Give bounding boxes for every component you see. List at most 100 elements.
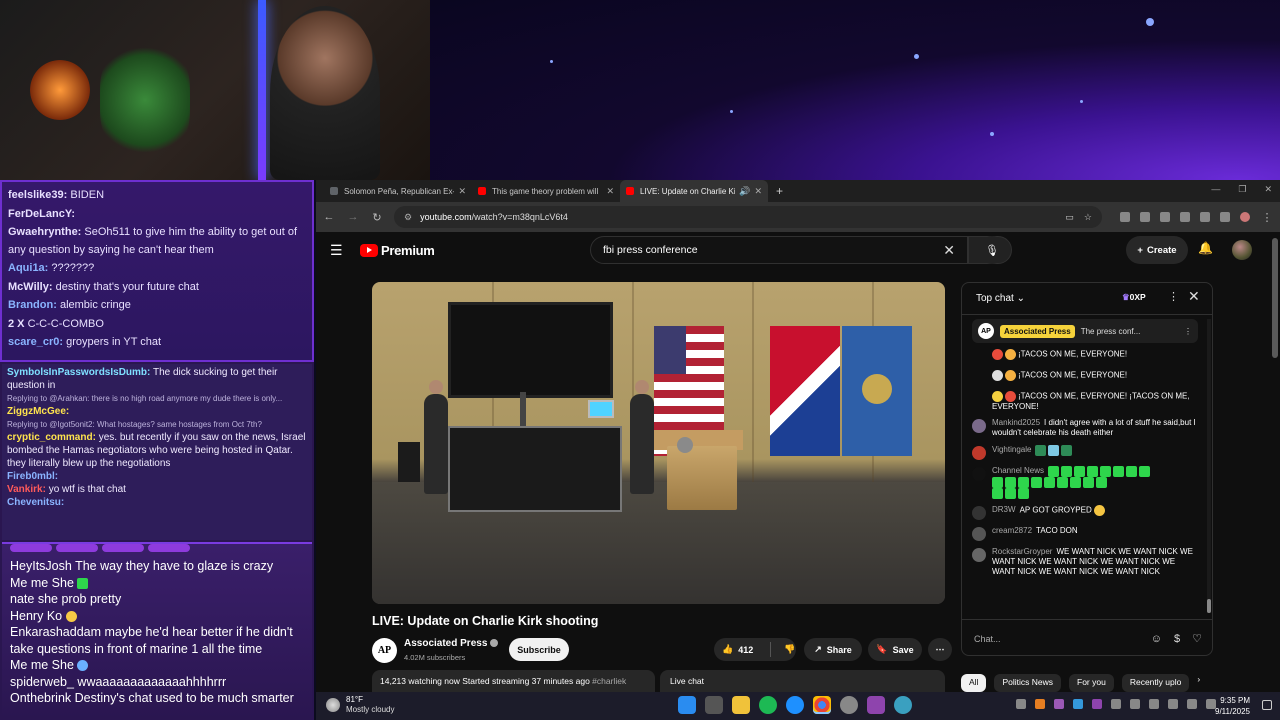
cast-icon[interactable]: ▭ [1065,212,1074,223]
extensions-puzzle-icon[interactable] [1180,212,1190,222]
clear-search-icon[interactable]: ✕ [943,242,955,259]
chat-line: Brandon: alembic cringe [8,299,131,311]
extension-icon[interactable] [1120,212,1130,222]
chip-politics-news[interactable]: Politics News [994,674,1061,692]
chevron-right-icon[interactable]: › [1197,674,1200,692]
pinned-message[interactable]: AP Associated Press The press conf... ⋮ [972,319,1198,343]
extension-icon[interactable] [1160,212,1170,222]
profile-avatar[interactable] [1240,212,1250,222]
live-chat-collapsed[interactable]: Live chat [660,670,945,692]
url-field[interactable]: ⚙ youtube.com/watch?v=m38qnLcV6t4 ▭ ☆ [394,206,1102,228]
edge-icon[interactable] [786,696,804,714]
chevron-up-icon[interactable] [1016,699,1026,709]
more-actions-icon[interactable]: ⋯ [928,638,952,661]
speaker-icon[interactable]: 🔊 [739,186,750,197]
chrome-icon[interactable] [813,696,831,714]
app-icon[interactable] [894,696,912,714]
browser-tab[interactable]: This game theory problem will ✕ [472,180,620,202]
tray-icon[interactable] [1149,699,1159,709]
account-avatar[interactable] [1232,240,1252,260]
close-chat-icon[interactable]: ✕ [1188,288,1200,305]
browser-tab[interactable]: Solomon Peña, Republican Ex-C ✕ [324,180,472,202]
chat-options-icon[interactable]: ⋮ [1168,290,1179,303]
chip-for-you[interactable]: For you [1069,674,1114,692]
share-button[interactable]: ↗ Share [804,638,862,661]
back-icon[interactable]: ← [322,211,336,223]
chip-recently-uploaded[interactable]: Recently uplo [1121,674,1190,692]
thumbs-down-icon[interactable]: 👎 [784,644,795,655]
chip-all[interactable]: All [961,674,987,692]
new-tab-button[interactable]: + [776,184,783,198]
chat-input[interactable]: Chat... [974,634,1139,644]
like-button[interactable]: 👍 412 👎 [714,638,796,661]
tab-title: This game theory problem will [492,186,599,196]
tab-close-icon[interactable]: ✕ [458,186,466,197]
windows-start-icon[interactable] [678,696,696,714]
description-box[interactable]: 14,213 watching now Started streaming 37… [372,670,655,692]
tray-icon[interactable] [1054,699,1064,709]
reading-list-icon[interactable] [1220,212,1230,222]
save-button[interactable]: 🔖 Save [868,638,922,661]
xp-badge[interactable]: ♛0XP [1122,292,1146,303]
emote [1048,465,1060,477]
scroll-thumb[interactable] [1207,599,1211,613]
tray-icon[interactable] [1035,699,1045,709]
live-chat-panel: Top chat ⌄ ♛0XP ⋮ ✕ AP Associated Press … [961,282,1213,656]
heart-icon[interactable]: ♡ [1192,632,1202,645]
notification-icon[interactable] [1262,700,1272,710]
super-chat-icon[interactable]: $ [1174,633,1180,645]
clock[interactable]: 9:35 PM 9/11/2025 [1215,695,1250,717]
scroll-thumb[interactable] [1272,238,1278,358]
chat-line: SymbolsInPasswordsIsDumb: The dick sucki… [7,367,278,391]
app-icon[interactable] [867,696,885,714]
tab-close-icon[interactable]: ✕ [754,186,762,197]
message-text: ¡TACOS ON ME, EVERYONE! [1018,349,1128,359]
bookmark-star-icon[interactable]: ☆ [1084,212,1092,223]
maximize-icon[interactable]: ❐ [1238,184,1246,195]
menu-icon[interactable]: ☰ [330,242,350,259]
youtube-logo[interactable]: Premium [360,243,435,258]
tray-icon[interactable] [1130,699,1140,709]
sidebar-icon[interactable] [1200,212,1210,222]
site-info-icon[interactable]: ⚙ [404,212,412,223]
chat-reply: Replying to @Arahkan: there is no high r… [7,394,283,403]
weather-widget[interactable]: 81°F Mostly cloudy [326,695,394,715]
task-view-icon[interactable] [705,696,723,714]
extension-icon[interactable] [1140,212,1150,222]
tray-icon[interactable] [1073,699,1083,709]
emoji-icon[interactable]: ☺ [1151,633,1162,645]
spotify-icon[interactable] [759,696,777,714]
youtube-header: ☰ Premium fbi press conference ✕ ⌕ 🎙 +Cr… [316,232,1280,268]
browser-tab-active[interactable]: LIVE: Update on Charlie Kirk 🔊 ✕ [620,180,768,202]
tray-icon[interactable] [1092,699,1102,709]
channel-name[interactable]: Associated Press [404,638,499,649]
taskbar: 81°F Mostly cloudy 9:35 PM 9/11/2025 [316,692,1280,720]
pinned-options-icon[interactable]: ⋮ [1184,327,1192,336]
create-button[interactable]: + Create [1126,236,1188,264]
reload-icon[interactable]: ↻ [370,211,384,224]
minimize-icon[interactable]: — [1211,184,1220,195]
chat-scrollbar[interactable] [1207,319,1211,613]
search-input[interactable]: fbi press conference ✕ [590,236,968,264]
channel-avatar[interactable]: AP [372,638,397,663]
wifi-icon[interactable] [1187,699,1197,709]
forward-icon[interactable]: → [346,211,360,223]
tray-icon[interactable] [1111,699,1121,709]
close-window-icon[interactable]: ✕ [1264,184,1272,195]
app-icon[interactable] [840,696,858,714]
tab-close-icon[interactable]: ✕ [606,186,614,197]
video-player[interactable] [372,282,945,604]
chat-line: Chevenitsu: [7,497,65,508]
microphone-icon[interactable]: 🎙 [978,236,1006,264]
browser-menu-icon[interactable]: ⋮ [1260,211,1274,224]
page-scrollbar[interactable] [1272,236,1278,682]
weather-condition: Mostly cloudy [346,705,395,714]
message-text: ¡TACOS ON ME, EVERYONE! [1018,370,1128,380]
bell-icon[interactable]: 🔔 [1198,241,1213,255]
flag-emote [1035,444,1047,456]
file-explorer-icon[interactable] [732,696,750,714]
message-text: ¡TACOS ON ME, EVERYONE! ¡TACOS ON ME, EV… [992,391,1190,411]
subscribe-button[interactable]: Subscribe [509,638,569,661]
chat-mode-dropdown[interactable]: Top chat ⌄ [976,293,1025,304]
tray-icon[interactable] [1168,699,1178,709]
